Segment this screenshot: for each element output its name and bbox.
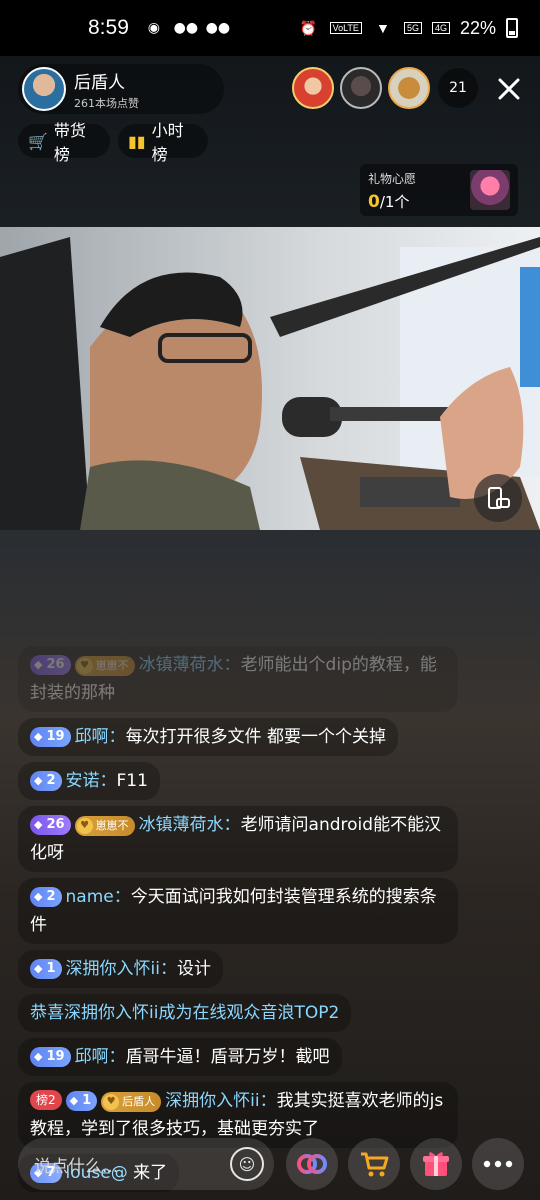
signal-4g-icon: 4G [431,22,450,34]
rotate-screen-button[interactable] [474,474,522,522]
wechat-icon: ●● [205,20,231,36]
user-level-badge: ◆ 26 [30,655,71,675]
shopping-cart-icon [361,1152,389,1177]
battery-percent: 22% [459,17,496,38]
diamond-icon: ◆ [34,890,43,903]
diamond-icon: ◆ [34,962,43,975]
user-level-badge: ◆ 19 [30,727,71,747]
host-avatar[interactable] [22,67,66,111]
emoji-icon[interactable]: ☺ [230,1147,264,1181]
heart-icon: ♥ [76,658,93,674]
wechat-icon: ●● [173,20,199,36]
cart-icon: 🛒 [28,131,48,151]
bar-chart-icon: ▮▮ [128,131,146,151]
chat-username[interactable]: 安诺： [66,771,117,791]
user-level-badge: ◆ 1 [30,959,62,979]
hour-rank-button[interactable]: ▮▮ 小时榜 [118,121,208,164]
diamond-icon: ◆ [34,730,43,743]
status-time: 8:59 [88,16,129,39]
heart-icon: ♥ [103,1094,120,1110]
chat-username[interactable]: 邱啊： [75,1047,126,1067]
top-viewers[interactable] [292,67,430,109]
cart-rank-button[interactable]: 🛒 带货榜 [18,121,110,164]
chat-system-message[interactable]: 恭喜深拥你入怀ii成为在线观众音浪TOP2 [18,994,352,1032]
more-dots-icon [483,1160,513,1168]
chat-text: 每次打开很多文件 都要一个个关掉 [125,727,386,747]
chat-text: 盾哥牛逼！盾哥万岁！截吧 [125,1047,330,1067]
chat-list[interactable]: ◆ 26 ♥ 崽崽不 冰镇薄荷水：老师能出个dip的教程，能封装的那种 ◆ 19 邱啊：每次打… [18,646,458,1198]
chat-message[interactable]: ◆ 2 name：今天面试问我如何封装管理系统的搜索条件 [18,878,458,944]
user-level-badge: ◆ 26 [30,815,71,835]
chat-username[interactable]: 邱啊： [75,727,126,747]
chat-username[interactable]: 冰镇薄荷水： [139,815,241,835]
viewer-avatar[interactable] [292,67,334,109]
link-mic-button[interactable] [286,1138,338,1190]
viewer-avatar[interactable] [388,67,430,109]
signal-5g-icon: 5G [403,22,422,34]
system-message-text: 恭喜深拥你入怀ii成为在线观众音浪TOP2 [30,1003,340,1023]
shop-button[interactable] [348,1138,400,1190]
diamond-icon: ◆ [34,774,43,787]
status-bar: 8:59 ◉ ●● ●● ⏰ VoLTE ▼ 5G 4G 22% [0,0,540,56]
rank-badge: 榜2 [30,1090,62,1110]
user-level-badge: ◆ 19 [30,1047,71,1067]
fan-club-badge: ♥ 崽崽不 [74,656,135,676]
viewer-count[interactable]: 21 [438,68,478,108]
comment-input[interactable]: 说点什么... ☺ [18,1138,274,1190]
link-icon [297,1154,327,1174]
user-level-badge: ◆ 1 [65,1091,98,1111]
gift-icon [423,1152,449,1176]
more-button[interactable] [472,1138,524,1190]
message-icon: ◉ [147,20,160,36]
gift-button[interactable] [410,1138,462,1190]
video-frame [0,227,540,530]
diamond-icon: ◆ [34,658,43,671]
diamond-icon: ◆ [34,1050,43,1063]
fan-club-badge: ♥ 后盾人 [101,1092,162,1112]
chat-username[interactable]: 冰镇薄荷水： [139,655,241,675]
fan-club-badge: ♥ 崽崽不 [74,816,135,836]
diamond-icon: ◆ [34,818,43,831]
carousel-gift-icon [470,170,510,210]
gift-wish-card[interactable]: 礼物心愿 0/1个 [360,164,518,216]
chat-message[interactable]: ◆ 26 ♥ 崽崽不 冰镇薄荷水：老师请问android能不能汉化呀 [18,806,458,872]
chat-text: 设计 [176,959,211,979]
chat-username[interactable]: name： [66,887,131,907]
user-level-badge: ◆ 2 [30,887,62,907]
chat-message[interactable]: ◆ 26 ♥ 崽崽不 冰镇薄荷水：老师能出个dip的教程，能封装的那种 [18,646,458,712]
host-likes: 261本场点赞 [74,96,139,110]
host-info[interactable]: 后盾人 261本场点赞 [18,64,224,114]
diamond-icon: ◆ [69,1094,79,1107]
chat-text: F11 [116,771,148,791]
wifi-icon: ▼ [376,20,390,36]
comment-placeholder: 说点什么... [34,1156,119,1177]
chat-message[interactable]: ◆ 1 深拥你入怀ii：设计 [18,950,223,988]
alarm-icon: ⏰ [299,19,318,36]
volte-icon: VoLTE [329,22,362,34]
chat-username[interactable]: 深拥你入怀ii： [66,959,177,979]
chat-username[interactable]: 深拥你入怀ii： [165,1091,276,1111]
viewer-avatar[interactable] [340,67,382,109]
close-button[interactable] [490,70,528,108]
chat-message[interactable]: ◆ 2 安诺：F11 [18,762,160,800]
battery-icon [506,18,518,38]
phone-rotate-icon [488,487,510,509]
user-level-badge: ◆ 2 [30,771,62,791]
heart-icon: ♥ [76,818,93,834]
chat-message[interactable]: ◆ 19 邱啊：每次打开很多文件 都要一个个关掉 [18,718,398,756]
host-name: 后盾人 [74,72,125,93]
live-video[interactable] [0,227,540,530]
chat-message[interactable]: ◆ 19 邱啊：盾哥牛逼！盾哥万岁！截吧 [18,1038,342,1076]
close-icon [498,78,520,100]
